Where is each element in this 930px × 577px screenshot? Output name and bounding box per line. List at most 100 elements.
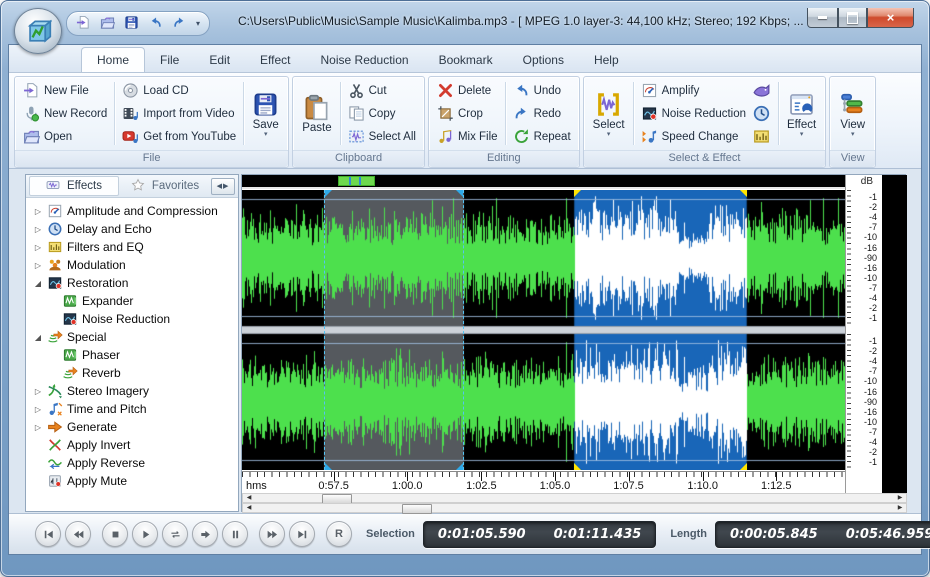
tree-item-noise-reduction[interactable]: Noise Reduction [26,310,238,328]
crop-button[interactable]: Crop [434,105,501,122]
tree-expander-icon[interactable]: ◢ [32,279,44,288]
play-forward-button[interactable] [192,521,218,547]
horizontal-scrollbar-2[interactable]: ◀ ▶ [242,503,907,513]
horizontal-scrollbar[interactable]: ◀ ▶ [242,493,907,503]
select-button[interactable]: Select▾ [589,79,629,148]
tree-item-restoration[interactable]: ◢Restoration [26,274,238,292]
tree-item-reverb[interactable]: Reverb [26,364,238,382]
tree-expander-icon[interactable]: ▷ [32,225,44,234]
tab-home[interactable]: Home [81,47,145,72]
scissors-icon [348,82,365,99]
scrollbar-thumb[interactable] [402,504,432,514]
app-menu-button[interactable] [14,8,62,54]
amplify-button[interactable]: Amplify [638,82,749,99]
view-button[interactable]: View▾ [835,79,870,148]
undo-button[interactable]: Undo [510,82,574,99]
copy-button[interactable]: Copy [345,105,419,122]
tree-expander-icon[interactable]: ▷ [32,405,44,414]
open-icon[interactable] [100,15,117,32]
ribbon-group-clipboard: Paste Cut Copy Select All Clipboard [292,76,425,168]
effect-button[interactable]: Effect▾ [783,79,820,148]
open-button[interactable]: Open [20,128,110,145]
tree-item-apply-mute[interactable]: Apply Mute [26,472,238,490]
overview-visible-window[interactable] [338,176,375,186]
tree-expander-icon[interactable]: ▷ [32,207,44,216]
delete-button[interactable]: Delete [434,82,501,99]
repeat-button[interactable]: Repeat [510,128,574,145]
qat-customize-caret-icon[interactable]: ▾ [196,19,200,28]
tab-options[interactable]: Options [508,48,579,72]
tree-item-delay-and-echo[interactable]: ▷Delay and Echo [26,220,238,238]
tab-file[interactable]: File [145,48,194,72]
mix-file-button[interactable]: Mix File [434,128,501,145]
tree-item-label: Phaser [82,348,120,362]
select-all-label: Select All [369,131,416,143]
tree-item-apply-invert[interactable]: Apply Invert [26,436,238,454]
selection-end-time: 0:01:11.435 [554,527,642,542]
speed-change-button[interactable]: Speed Change [638,128,749,145]
overview-bar[interactable] [242,175,845,189]
minimize-button[interactable] [807,8,838,28]
tab-edit[interactable]: Edit [194,48,245,72]
load-cd-button[interactable]: Load CD [119,82,239,99]
waveform-canvas[interactable] [242,190,845,470]
tree-expander-icon[interactable]: ▷ [32,423,44,432]
delay-effect-button[interactable] [749,104,774,123]
import-from-video-button[interactable]: Import from Video [119,105,239,122]
stop-button[interactable] [102,521,128,547]
scroll-right-icon[interactable]: ▶ [894,504,906,512]
loop-button[interactable] [162,521,188,547]
tree-item-phaser[interactable]: Phaser [26,346,238,364]
tree-item-apply-reverse[interactable]: Apply Reverse [26,454,238,472]
redo-icon[interactable] [172,15,189,32]
save-button[interactable]: Save▾ [248,79,283,148]
pause-button[interactable] [222,521,248,547]
scroll-left-icon[interactable]: ◀ [243,494,255,502]
tree-item-expander[interactable]: Expander [26,292,238,310]
close-button[interactable]: × [867,8,914,28]
tab-scroll-arrows[interactable]: ◀▶ [211,178,235,195]
get-from-youtube-button[interactable]: Get from YouTube [119,128,239,145]
new-file-icon[interactable] [76,15,93,32]
tab-effect[interactable]: Effect [245,48,305,72]
tab-favorites[interactable]: Favorites [121,177,209,195]
save-icon[interactable] [124,15,141,32]
tree-expander-icon[interactable]: ▷ [32,387,44,396]
go-to-start-button[interactable] [35,521,61,547]
record-button[interactable]: R [326,521,352,547]
new-file-button[interactable]: New File [20,82,110,99]
select-all-button[interactable]: Select All [345,128,419,145]
go-to-end-button[interactable] [289,521,315,547]
tab-effects[interactable]: Effects [29,176,119,196]
new-record-button[interactable]: New Record [20,105,110,122]
tree-item-special[interactable]: ◢Special [26,328,238,346]
tab-bookmark[interactable]: Bookmark [424,48,508,72]
tree-item-filters-and-eq[interactable]: ▷Filters and EQ [26,238,238,256]
tree-item-time-and-pitch[interactable]: ▷Time and Pitch [26,400,238,418]
timeline-ruler[interactable]: hms 0:57.51:00.01:02.51:05.01:07.51:10.0… [242,471,845,494]
tab-help[interactable]: Help [579,48,634,72]
tree-item-generate[interactable]: ▷Generate [26,418,238,436]
tab-noise-reduction[interactable]: Noise Reduction [306,48,424,72]
scroll-right-icon[interactable]: ▶ [894,494,906,502]
speed-change-label: Speed Change [662,131,739,143]
filter-effect-button[interactable] [749,127,774,146]
tree-item-stereo-imagery[interactable]: ▷Stereo Imagery [26,382,238,400]
noise-reduction-button[interactable]: Noise Reduction [638,105,749,122]
tree-expander-icon[interactable]: ▷ [32,243,44,252]
maximize-button[interactable] [838,8,867,28]
cut-button[interactable]: Cut [345,82,419,99]
redo-button[interactable]: Redo [510,105,574,122]
tree-item-modulation[interactable]: ▷Modulation [26,256,238,274]
paste-button[interactable]: Paste [298,79,335,148]
tree-item-amplitude-and-compression[interactable]: ▷Amplitude and Compression [26,202,238,220]
tree-expander-icon[interactable]: ◢ [32,333,44,342]
scroll-left-icon[interactable]: ◀ [243,504,255,512]
wahwah-effect-button[interactable] [749,81,774,100]
fast-forward-button[interactable] [259,521,285,547]
tree-expander-icon[interactable]: ▷ [32,261,44,270]
db-tick-label: -2 [869,203,877,212]
undo-icon[interactable] [148,15,165,32]
play-button[interactable] [132,521,158,547]
rewind-button[interactable] [65,521,91,547]
